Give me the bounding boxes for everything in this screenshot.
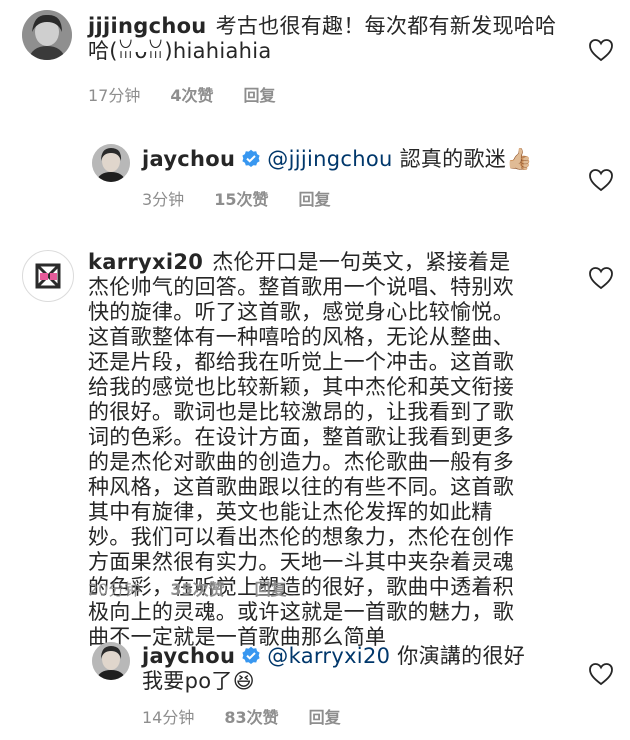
comment-meta: 17分钟 4次赞 回复	[88, 82, 276, 106]
heart-outline-icon[interactable]	[588, 266, 614, 290]
reply-button[interactable]: 回复	[244, 82, 276, 106]
comment-mention[interactable]: @jjjingchou	[267, 147, 392, 171]
heart-outline-icon[interactable]	[588, 168, 614, 192]
comment-text: jaychou @karryxi20 你演講的很好 我要po了😆	[142, 644, 542, 694]
comment-likes[interactable]: 35次赞	[170, 576, 224, 600]
comment-2: jaychou @jjjingchou 認真的歌迷👍🏼 3分钟 15次赞 回复	[0, 130, 630, 225]
comment-4: jaychou @karryxi20 你演講的很好 我要po了😆 14分钟 83次…	[0, 630, 630, 740]
comment-likes[interactable]: 4次赞	[170, 82, 213, 106]
avatar-jaychou[interactable]	[92, 642, 130, 680]
comment-username[interactable]: jjjingchou	[88, 14, 207, 38]
reply-button[interactable]: 回复	[255, 576, 287, 600]
comment-content: 認真的歌迷	[399, 147, 507, 171]
comment-time: 3分钟	[142, 190, 185, 209]
heart-outline-icon[interactable]	[588, 38, 614, 62]
thumbs-up-emoji: 👍🏼	[506, 147, 533, 171]
grinning-squinting-emoji: 😆	[232, 669, 255, 693]
reply-button[interactable]: 回复	[309, 704, 341, 728]
avatar-jjjingchou[interactable]	[22, 10, 72, 60]
comment-text: jaychou @jjjingchou 認真的歌迷👍🏼	[142, 147, 560, 172]
comment-1: jjjingchou 考古也很有趣！每次都有新发现哈哈哈(ꈍᴗꈍ)hiahiahi…	[0, 0, 630, 110]
comment-likes[interactable]: 83次赞	[224, 704, 278, 728]
comment-username[interactable]: jaychou	[142, 147, 235, 171]
comment-time: 20分钟	[88, 580, 141, 599]
avatar-karryxi20[interactable]	[22, 250, 74, 302]
comment-username[interactable]: karryxi20	[88, 250, 203, 274]
comment-meta: 20分钟 35次赞 回复	[88, 576, 287, 600]
comment-meta: 3分钟 15次赞 回复	[142, 186, 330, 210]
comment-3: karryxi20 杰伦开口是一句英文，紧接着是杰伦帅气的回答。整首歌用一个说唱、…	[0, 240, 630, 649]
comment-meta: 14分钟 83次赞 回复	[142, 704, 341, 728]
avatar-jaychou[interactable]	[92, 144, 130, 182]
comment-time: 17分钟	[88, 86, 141, 105]
heart-outline-icon[interactable]	[588, 662, 614, 686]
comment-username[interactable]: jaychou	[142, 644, 235, 668]
comment-mention[interactable]: @karryxi20	[267, 644, 390, 668]
verified-badge-icon	[242, 149, 260, 167]
comment-time: 14分钟	[142, 708, 195, 727]
reply-button[interactable]: 回复	[298, 186, 330, 210]
verified-badge-icon	[242, 646, 260, 664]
comment-likes[interactable]: 15次赞	[214, 186, 268, 210]
comment-text: jjjingchou 考古也很有趣！每次都有新发现哈哈哈(ꈍᴗꈍ)hiahiahi…	[88, 14, 560, 64]
